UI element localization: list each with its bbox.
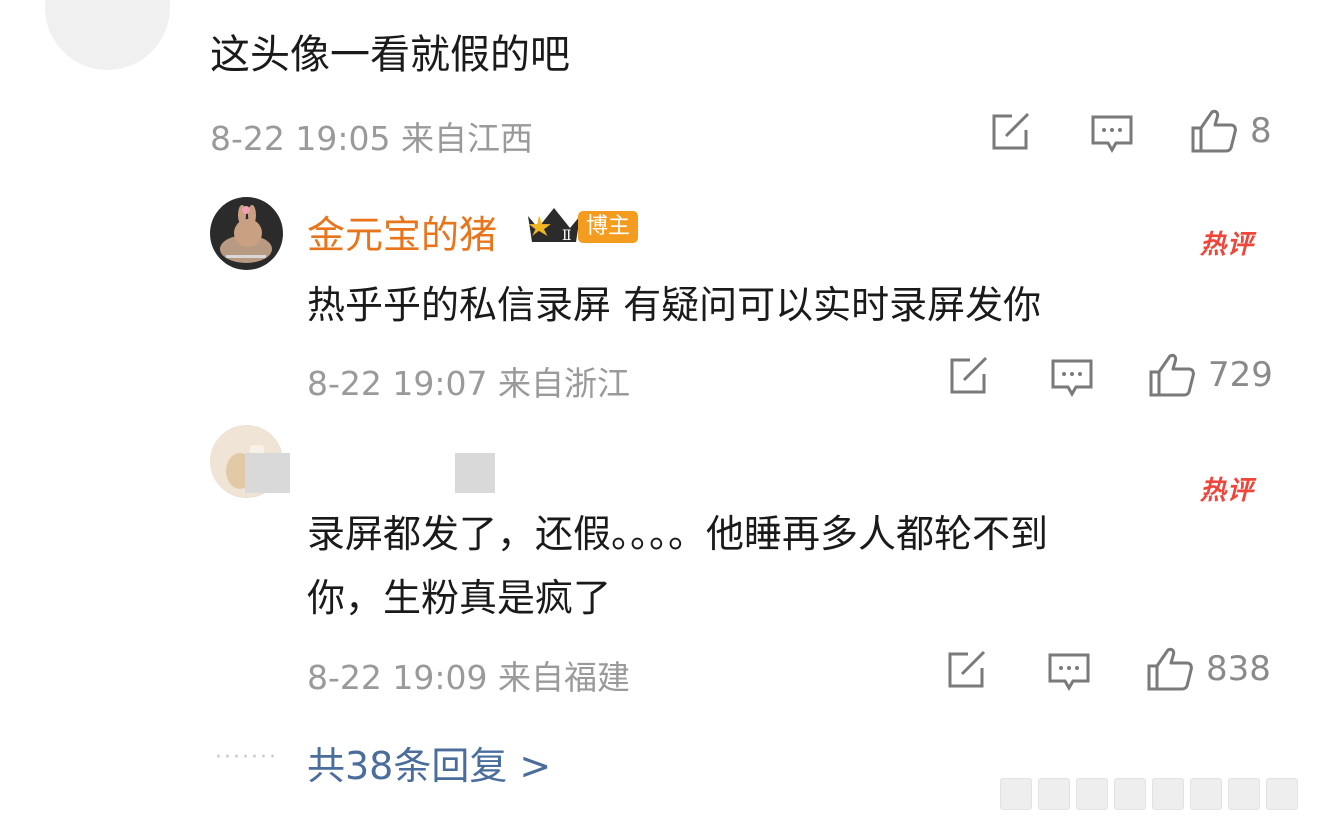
comment-button[interactable]	[1050, 358, 1094, 398]
repost-icon	[948, 650, 986, 688]
comment-icon	[1048, 653, 1090, 692]
redacted-username	[245, 453, 290, 493]
thumbs-up-icon	[1147, 647, 1193, 691]
rabbit-avatar-icon	[220, 205, 272, 263]
comment-text: 这头像一看就假的吧	[210, 32, 570, 78]
username[interactable]: 金元宝的猪	[307, 204, 497, 259]
blogger-tag: 博主	[578, 211, 639, 243]
toolbar-slot	[1038, 778, 1070, 810]
comment-icon	[1091, 115, 1133, 154]
comment-meta: 8-22 19:05 来自江西	[210, 119, 533, 158]
avatar[interactable]	[210, 197, 283, 270]
thumbs-up-icon	[1149, 353, 1195, 397]
replies-separator: ·······	[215, 745, 278, 770]
comment-button[interactable]	[1047, 652, 1091, 692]
crown-icon: Ⅱ	[528, 208, 580, 244]
toolbar-slot	[1190, 778, 1222, 810]
toolbar-slot	[1114, 778, 1146, 810]
repost-button[interactable]	[946, 650, 988, 690]
svg-text:Ⅱ: Ⅱ	[562, 228, 572, 244]
like-count: 838	[1206, 649, 1271, 689]
repost-button[interactable]	[990, 112, 1032, 152]
comment-text: 你，生粉真是疯了	[307, 576, 612, 620]
toolbar-slot	[1000, 778, 1032, 810]
crown-badge: Ⅱ	[524, 204, 584, 250]
toolbar-slot	[1076, 778, 1108, 810]
toolbar-slot	[1152, 778, 1184, 810]
toolbar-slot	[1266, 778, 1298, 810]
like-button[interactable]: 8	[1190, 108, 1272, 154]
like-count: 729	[1208, 355, 1273, 395]
comment-meta: 8-22 19:09 来自福建	[307, 658, 630, 697]
bottom-toolbar	[1000, 778, 1298, 810]
toolbar-slot	[1228, 778, 1260, 810]
repost-icon	[950, 356, 988, 394]
comment-meta: 8-22 19:07 来自浙江	[307, 364, 630, 403]
thumbs-up-icon	[1191, 109, 1237, 153]
repost-icon	[992, 112, 1030, 150]
comment-icon	[1051, 359, 1093, 398]
redacted-username	[455, 453, 495, 493]
hot-comment-badge: 热评	[1200, 230, 1255, 260]
view-replies-link[interactable]: 共38条回复 >	[307, 735, 551, 790]
like-count: 8	[1250, 111, 1272, 151]
comment-text: 录屏都发了，还假。。。。他睡再多人都轮不到	[307, 512, 1049, 556]
hot-comment-badge: 热评	[1200, 476, 1255, 506]
comment-button[interactable]	[1090, 114, 1134, 154]
like-button[interactable]: 729	[1148, 352, 1273, 398]
like-button[interactable]: 838	[1146, 646, 1271, 692]
comment-text: 热乎乎的私信录屏 有疑问可以实时录屏发你	[307, 283, 1042, 327]
repost-button[interactable]	[948, 356, 990, 396]
avatar[interactable]	[45, 0, 170, 70]
comment-thread: 这头像一看就假的吧 8-22 19:05 来自江西 8 金元宝的猪 Ⅱ 博主 热…	[0, 0, 1320, 825]
